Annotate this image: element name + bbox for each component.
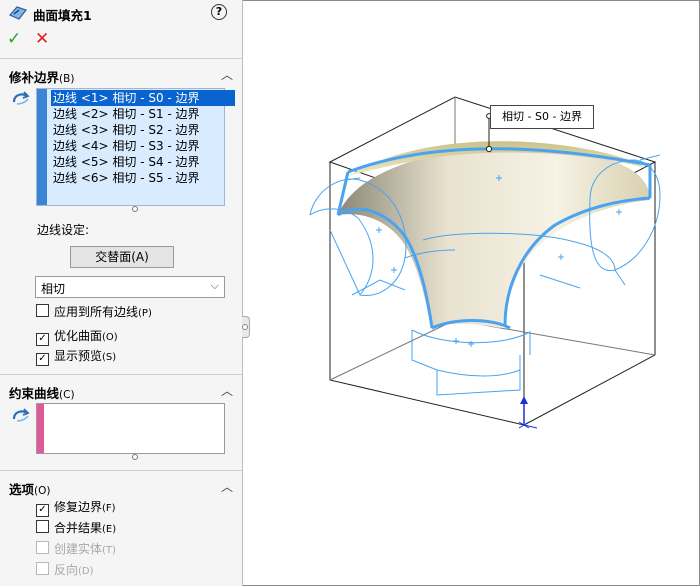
divider (0, 470, 242, 471)
collapse-chevron-icon[interactable]: ︿ (221, 478, 233, 495)
boundary-edge-list[interactable]: 边线 <1> 相切 - S0 - 边界 边线 <2> 相切 - S1 - 边界 … (36, 88, 235, 206)
graphics-viewport[interactable]: 相切 - S0 - 边界 (243, 0, 698, 584)
checkbox-box (36, 562, 49, 575)
ok-button[interactable]: ✓ (7, 29, 21, 49)
resize-handle[interactable] (132, 454, 138, 460)
list-item[interactable]: 边线 <1> 相切 - S0 - 边界 (51, 90, 235, 106)
divider (0, 58, 242, 59)
fix-boundary-checkbox[interactable]: ✓ 修复边界(F) (36, 499, 116, 517)
checkbox-box[interactable]: ✓ (36, 353, 49, 366)
list-item[interactable]: 边线 <3> 相切 - S2 - 边界 (53, 122, 200, 138)
list-item[interactable]: 边线 <2> 相切 - S1 - 边界 (53, 106, 200, 122)
section-title: 选项(O) (9, 482, 51, 497)
property-manager: 曲面填充1 ? ✓ ✕ 修补边界(B) ︿ 边线 <1> 相切 - S0 - 边… (0, 0, 243, 586)
help-button[interactable]: ? (211, 4, 227, 20)
constraint-curves-section-header[interactable]: 约束曲线(C) ︿ (0, 380, 242, 401)
chevron-down-icon: ⌵ (210, 279, 219, 292)
edge-callout-label[interactable]: 相切 - S0 - 边界 (490, 105, 594, 129)
resize-handle[interactable] (132, 206, 138, 212)
collapse-chevron-icon[interactable]: ︿ (221, 382, 233, 399)
merge-result-checkbox[interactable]: 合并结果(E) (36, 520, 116, 536)
checkbox-box[interactable] (36, 520, 49, 533)
edge-condition-value: 相切 (41, 282, 66, 296)
reverse-direction-checkbox: 反向(D) (36, 562, 94, 578)
selection-color-strip (37, 404, 44, 453)
alternate-face-button[interactable]: 交替面(A) (70, 246, 174, 268)
section-title: 修补边界(B) (9, 70, 75, 85)
checkbox-box[interactable]: ✓ (36, 504, 49, 517)
patch-boundary-section-header[interactable]: 修补边界(B) ︿ (0, 64, 242, 85)
checkbox-box[interactable]: ✓ (36, 333, 49, 346)
create-solid-checkbox: 创建实体(T) (36, 541, 116, 557)
edge-condition-select[interactable]: 相切 ⌵ (35, 276, 225, 298)
list-item[interactable]: 边线 <6> 相切 - S5 - 边界 (53, 170, 200, 186)
constraint-curve-list[interactable] (36, 403, 225, 454)
checkbox-box[interactable] (36, 304, 49, 317)
apply-all-edges-checkbox[interactable]: 应用到所有边线(P) (36, 304, 152, 320)
page-title: 曲面填充1 (33, 8, 92, 23)
checkbox-box (36, 541, 49, 554)
list-item[interactable]: 边线 <5> 相切 - S4 - 边界 (53, 154, 200, 170)
edge-select-icon (12, 91, 30, 105)
options-section-header[interactable]: 选项(O) ︿ (0, 476, 242, 497)
optimize-surface-checkbox[interactable]: ✓ 优化曲面(O) (36, 328, 118, 346)
surface-fill-icon (9, 6, 27, 20)
edge-settings-label: 边线设定: (37, 223, 90, 237)
fill-surface (338, 147, 650, 330)
model-view[interactable] (243, 0, 698, 584)
cancel-button[interactable]: ✕ (35, 29, 49, 49)
show-preview-checkbox[interactable]: ✓ 显示预览(S) (36, 348, 116, 366)
curve-select-icon (12, 408, 30, 422)
divider (0, 374, 242, 375)
collapse-chevron-icon[interactable]: ︿ (221, 66, 233, 83)
selection-color-strip (37, 89, 47, 205)
section-title: 约束曲线(C) (9, 386, 75, 401)
callout-anchor (485, 145, 493, 153)
list-item[interactable]: 边线 <4> 相切 - S3 - 边界 (53, 138, 200, 154)
title-bar: 曲面填充1 ? (0, 0, 242, 26)
